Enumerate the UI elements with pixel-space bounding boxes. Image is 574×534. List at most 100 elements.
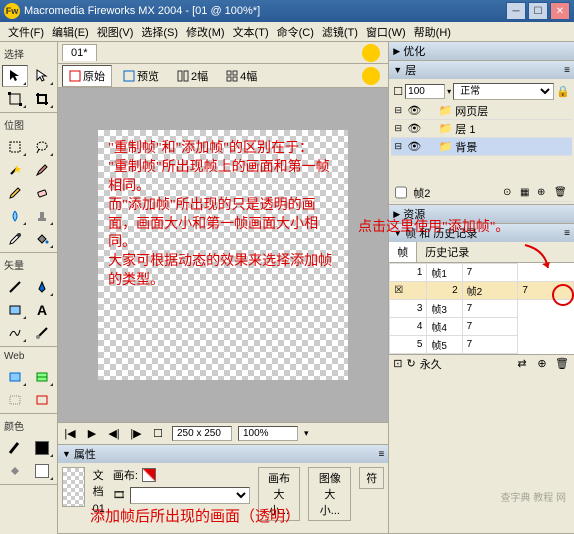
layer-row[interactable]: ⊟ 👁 📁 层 1 xyxy=(391,120,572,138)
table-row[interactable]: 5帧57 xyxy=(390,336,574,354)
image-size-button[interactable]: 图像大小... xyxy=(308,467,351,521)
hotspot-tool[interactable] xyxy=(2,366,28,388)
new-bitmap-icon[interactable]: ▦ xyxy=(520,187,534,198)
slice-tool[interactable] xyxy=(29,366,55,388)
layer-row[interactable]: ⊟ 👁 📁 网页层 xyxy=(391,102,572,120)
document-tab[interactable]: 01* xyxy=(62,44,97,61)
view-2up-button[interactable]: 2幅 xyxy=(170,65,215,87)
frames-tab[interactable]: 帧 xyxy=(389,242,417,262)
layer-name[interactable]: 背景 xyxy=(453,139,572,155)
play-button[interactable]: ▶ xyxy=(84,426,100,442)
magic-wand-tool[interactable] xyxy=(2,159,28,181)
toggle-icon[interactable]: ☐ xyxy=(393,85,403,98)
delete-frame-button[interactable]: 🗑 xyxy=(554,357,570,370)
rectangle-tool[interactable] xyxy=(2,299,28,321)
layer-blend-select[interactable]: 正常 xyxy=(453,83,554,100)
frame-name[interactable]: 帧4 xyxy=(427,318,462,336)
frame-name[interactable]: 帧3 xyxy=(427,300,462,318)
show-slice-tool[interactable] xyxy=(29,389,55,411)
new-layer-icon[interactable]: ⊕ xyxy=(537,187,551,198)
knife-tool[interactable] xyxy=(29,322,55,344)
delete-icon[interactable]: 🗑 xyxy=(554,187,568,198)
visibility-icon[interactable]: 👁 xyxy=(405,140,423,153)
table-row[interactable]: 4帧47 xyxy=(390,318,574,336)
view-4up-button[interactable]: 4幅 xyxy=(219,65,264,87)
fill-color[interactable] xyxy=(2,460,28,482)
menu-modify[interactable]: 修改(M) xyxy=(182,22,229,42)
animation-select[interactable] xyxy=(130,487,250,504)
new-frame-button[interactable]: ⊕ xyxy=(534,357,550,370)
opacity-dropdown-icon[interactable]: ▾ xyxy=(447,87,451,96)
text-tool[interactable]: A xyxy=(29,299,55,321)
brush-tool[interactable] xyxy=(29,159,55,181)
history-tab[interactable]: 历史记录 xyxy=(417,242,477,262)
layers-header[interactable]: ▼ 层 ≡ xyxy=(389,61,574,79)
lock-icon[interactable]: 🔒 xyxy=(556,85,570,98)
marquee-tool[interactable] xyxy=(2,136,28,158)
maximize-button[interactable]: ☐ xyxy=(528,2,548,20)
zoom-dropdown-icon[interactable]: ▾ xyxy=(304,428,309,439)
onion-skin-icon[interactable]: ⊙ xyxy=(503,187,517,198)
scale-tool[interactable] xyxy=(2,88,28,110)
fit-canvas-button[interactable]: 符 xyxy=(359,467,384,489)
panel-menu-icon[interactable]: ≡ xyxy=(564,65,570,76)
next-frame-button[interactable]: |▶ xyxy=(128,426,144,442)
menu-edit[interactable]: 编辑(E) xyxy=(48,22,93,42)
eyedropper-tool[interactable] xyxy=(2,228,28,250)
eraser-tool[interactable] xyxy=(29,182,55,204)
fill-swatch[interactable] xyxy=(29,460,55,482)
layer-name[interactable]: 网页层 xyxy=(453,103,572,119)
prev-frame-button[interactable]: ◀| xyxy=(106,426,122,442)
layer-opacity-input[interactable] xyxy=(405,84,445,99)
menu-filters[interactable]: 滤镜(T) xyxy=(318,22,362,42)
crop-tool[interactable] xyxy=(29,88,55,110)
minimize-button[interactable]: ─ xyxy=(506,2,526,20)
stroke-color[interactable] xyxy=(2,437,28,459)
frame-name[interactable]: 帧1 xyxy=(427,264,462,282)
table-row[interactable]: 3帧37 xyxy=(390,300,574,318)
blur-tool[interactable] xyxy=(2,205,28,227)
rubber-stamp-tool[interactable] xyxy=(29,205,55,227)
pencil-tool[interactable] xyxy=(2,182,28,204)
pen-tool[interactable] xyxy=(29,276,55,298)
canvas[interactable]: "重制帧"和"添加帧"的区别在于： "重制帧"所出现帧上的画面和第一帧相同。 而… xyxy=(98,130,348,380)
menu-window[interactable]: 窗口(W) xyxy=(362,22,410,42)
frame-name[interactable]: 帧5 xyxy=(427,336,462,354)
zoom-field[interactable]: 100% xyxy=(238,426,298,441)
distribute-button[interactable]: ⇄ xyxy=(514,357,530,370)
close-button[interactable]: ✕ xyxy=(550,2,570,20)
panel-menu-icon[interactable]: ≡ xyxy=(564,228,570,239)
onion-skin-icon[interactable]: ⊡ xyxy=(393,357,402,370)
frame-checkbox[interactable] xyxy=(395,186,407,199)
layer-name[interactable]: 层 1 xyxy=(453,121,572,137)
menu-help[interactable]: 帮助(H) xyxy=(410,22,455,42)
current-frame-row[interactable]: 帧2 ⊙ ▦ ⊕ 🗑 xyxy=(391,184,572,202)
menu-text[interactable]: 文本(T) xyxy=(229,22,273,42)
panel-menu-icon[interactable]: ≡ xyxy=(378,449,384,460)
pointer-tool[interactable] xyxy=(2,65,28,87)
menu-file[interactable]: 文件(F) xyxy=(4,22,48,42)
line-tool[interactable] xyxy=(2,276,28,298)
menu-commands[interactable]: 命令(C) xyxy=(273,22,318,42)
canvas-size-field[interactable]: 250 x 250 xyxy=(172,426,232,441)
menu-view[interactable]: 视图(V) xyxy=(93,22,138,42)
view-original-button[interactable]: 原始 xyxy=(62,65,112,87)
stroke-swatch[interactable] xyxy=(29,437,55,459)
view-preview-button[interactable]: 预览 xyxy=(116,65,166,87)
freeform-tool[interactable] xyxy=(2,322,28,344)
visibility-icon[interactable]: 👁 xyxy=(405,104,423,117)
canvas-color-swatch[interactable] xyxy=(142,468,156,482)
hide-slice-tool[interactable] xyxy=(2,389,28,411)
expand-icon[interactable]: ⊟ xyxy=(391,105,405,116)
paint-bucket-tool[interactable] xyxy=(29,228,55,250)
visibility-icon[interactable]: 👁 xyxy=(405,122,423,135)
layer-row[interactable]: ⊟ 👁 📁 背景 xyxy=(391,138,572,156)
expand-icon[interactable]: ⊟ xyxy=(391,123,405,134)
subselect-tool[interactable] xyxy=(29,65,55,87)
menu-select[interactable]: 选择(S) xyxy=(137,22,182,42)
expand-icon[interactable]: ⊟ xyxy=(391,141,405,152)
optimize-header[interactable]: ▶ 优化 xyxy=(389,42,574,60)
play-first-button[interactable]: |◀ xyxy=(62,426,78,442)
frame-name[interactable]: 帧2 xyxy=(462,282,518,300)
frame-indicator[interactable]: ☐ xyxy=(150,426,166,442)
